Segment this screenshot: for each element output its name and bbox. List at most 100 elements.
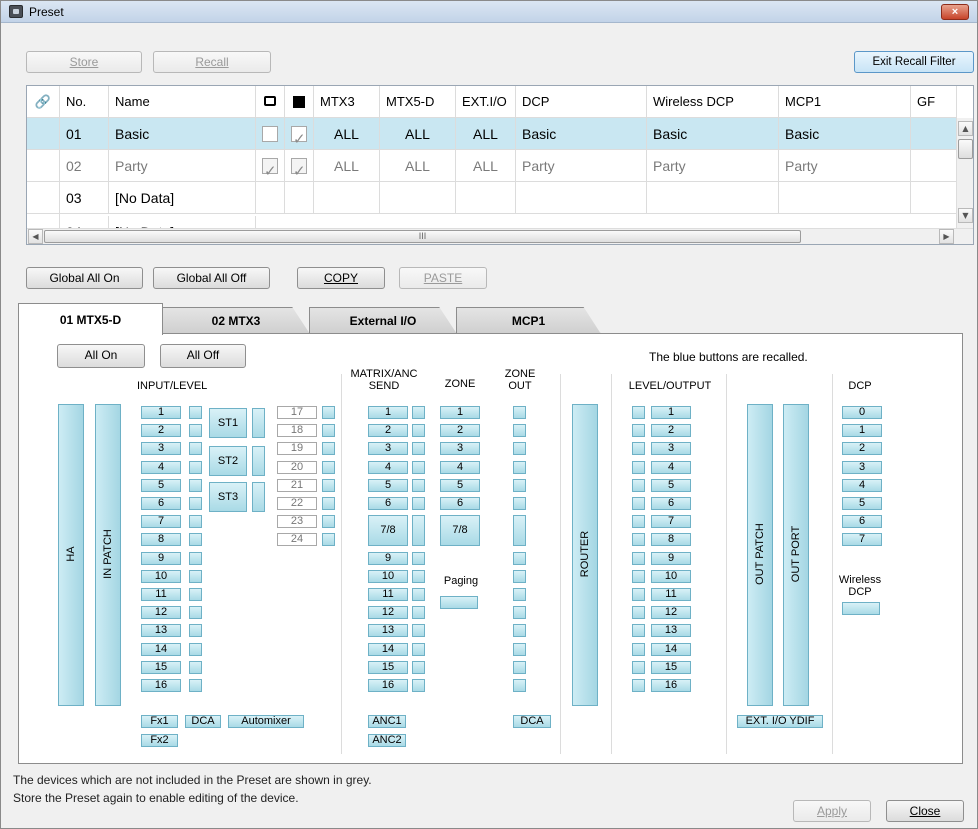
input-19-button[interactable]: 19 (277, 442, 317, 455)
matrix-send-7-8-toggle[interactable] (412, 515, 425, 546)
copy-button[interactable]: COPY (297, 267, 385, 289)
output-5-button[interactable]: 5 (651, 479, 691, 492)
zone-out-toggle[interactable] (513, 461, 526, 474)
output-15-button[interactable]: 15 (651, 661, 691, 674)
input-16-level-toggle[interactable] (189, 679, 202, 692)
input-1-button[interactable]: 1 (141, 406, 181, 419)
matrix-send-14-button[interactable]: 14 (368, 643, 408, 656)
output-11-level-toggle[interactable] (632, 588, 645, 601)
output-4-button[interactable]: 4 (651, 461, 691, 474)
matrix-send-5-button[interactable]: 5 (368, 479, 408, 492)
all-on-button[interactable]: All On (57, 344, 145, 368)
st3-button[interactable]: ST3 (209, 482, 247, 512)
matrix-send-12-button[interactable]: 12 (368, 606, 408, 619)
output-6-level-toggle[interactable] (632, 497, 645, 510)
output-13-level-toggle[interactable] (632, 624, 645, 637)
input-20-level-toggle[interactable] (322, 461, 335, 474)
matrix-send-6-toggle[interactable] (412, 497, 425, 510)
input-3-button[interactable]: 3 (141, 442, 181, 455)
output-2-level-toggle[interactable] (632, 424, 645, 437)
input-8-level-toggle[interactable] (189, 533, 202, 546)
input-2-button[interactable]: 2 (141, 424, 181, 437)
clock-checkbox[interactable] (291, 123, 307, 150)
col-lock[interactable] (256, 86, 285, 118)
input-17-button[interactable]: 17 (277, 406, 317, 419)
zone-out-dca-button[interactable]: DCA (513, 715, 551, 728)
tab-mtx3[interactable]: 02 MTX3 (162, 307, 310, 334)
input-5-button[interactable]: 5 (141, 479, 181, 492)
matrix-send-16-button[interactable]: 16 (368, 679, 408, 692)
matrix-send-1-toggle[interactable] (412, 406, 425, 419)
matrix-send-11-toggle[interactable] (412, 588, 425, 601)
matrix-send-1-button[interactable]: 1 (368, 406, 408, 419)
output-12-level-toggle[interactable] (632, 606, 645, 619)
col-mtx5d[interactable]: MTX5-D (380, 86, 456, 118)
input-6-level-toggle[interactable] (189, 497, 202, 510)
lock-checkbox[interactable] (262, 126, 278, 142)
input-22-button[interactable]: 22 (277, 497, 317, 510)
col-wireless-dcp[interactable]: Wireless DCP (647, 86, 779, 118)
table-row[interactable]: 03 [No Data] (27, 182, 957, 214)
matrix-send-16-toggle[interactable] (412, 679, 425, 692)
zone-out-toggle[interactable] (513, 479, 526, 492)
input-19-level-toggle[interactable] (322, 442, 335, 455)
col-clock[interactable] (285, 86, 314, 118)
input-11-button[interactable]: 11 (141, 588, 181, 601)
st1-level-toggle[interactable] (252, 408, 265, 438)
dcp-7-button[interactable]: 7 (842, 533, 882, 546)
input-6-button[interactable]: 6 (141, 497, 181, 510)
output-4-level-toggle[interactable] (632, 461, 645, 474)
recall-button[interactable]: Recall (153, 51, 271, 73)
tab-mtx5d[interactable]: 01 MTX5-D (18, 303, 163, 335)
link-column-header[interactable]: 🔗 (27, 86, 60, 118)
col-extio[interactable]: EXT.I/O (456, 86, 516, 118)
input-15-button[interactable]: 15 (141, 661, 181, 674)
zone-out-toggle[interactable] (513, 570, 526, 583)
dcp-5-button[interactable]: 5 (842, 497, 882, 510)
horizontal-scroll-thumb[interactable]: III (44, 230, 801, 243)
input-2-level-toggle[interactable] (189, 424, 202, 437)
input-4-button[interactable]: 4 (141, 461, 181, 474)
matrix-send-10-button[interactable]: 10 (368, 570, 408, 583)
global-all-off-button[interactable]: Global All Off (153, 267, 270, 289)
input-1-level-toggle[interactable] (189, 406, 202, 419)
lock-checkbox[interactable] (262, 155, 278, 182)
table-row[interactable]: 04 [No Data] (27, 214, 957, 229)
input-7-level-toggle[interactable] (189, 515, 202, 528)
input-4-level-toggle[interactable] (189, 461, 202, 474)
input-13-button[interactable]: 13 (141, 624, 181, 637)
anc2-button[interactable]: ANC2 (368, 734, 406, 747)
input-23-level-toggle[interactable] (322, 515, 335, 528)
zone-out-toggle[interactable] (513, 588, 526, 601)
output-14-level-toggle[interactable] (632, 643, 645, 656)
input-22-level-toggle[interactable] (322, 497, 335, 510)
col-gf[interactable]: GF (911, 86, 957, 118)
matrix-send-10-toggle[interactable] (412, 570, 425, 583)
input-20-button[interactable]: 20 (277, 461, 317, 474)
zone-out-7-8-toggle[interactable] (513, 515, 526, 546)
output-10-level-toggle[interactable] (632, 570, 645, 583)
matrix-send-3-button[interactable]: 3 (368, 442, 408, 455)
apply-button[interactable]: Apply (793, 800, 871, 822)
paging-button[interactable] (440, 596, 478, 609)
input-14-button[interactable]: 14 (141, 643, 181, 656)
wireless-dcp-button[interactable] (842, 602, 880, 615)
dcp-2-button[interactable]: 2 (842, 442, 882, 455)
matrix-send-9-toggle[interactable] (412, 552, 425, 565)
st2-button[interactable]: ST2 (209, 446, 247, 476)
zone-2-button[interactable]: 2 (440, 424, 480, 437)
output-12-button[interactable]: 12 (651, 606, 691, 619)
input-11-level-toggle[interactable] (189, 588, 202, 601)
paste-button[interactable]: PASTE (399, 267, 487, 289)
store-button[interactable]: Store (26, 51, 142, 73)
output-16-level-toggle[interactable] (632, 679, 645, 692)
matrix-send-14-toggle[interactable] (412, 643, 425, 656)
fx1-button[interactable]: Fx1 (141, 715, 178, 728)
output-6-button[interactable]: 6 (651, 497, 691, 510)
matrix-send-3-toggle[interactable] (412, 442, 425, 455)
fx2-button[interactable]: Fx2 (141, 734, 178, 747)
vertical-scrollbar[interactable]: ▲ ▼ (956, 118, 973, 229)
dcp-3-button[interactable]: 3 (842, 461, 882, 474)
input-18-button[interactable]: 18 (277, 424, 317, 437)
output-9-button[interactable]: 9 (651, 552, 691, 565)
